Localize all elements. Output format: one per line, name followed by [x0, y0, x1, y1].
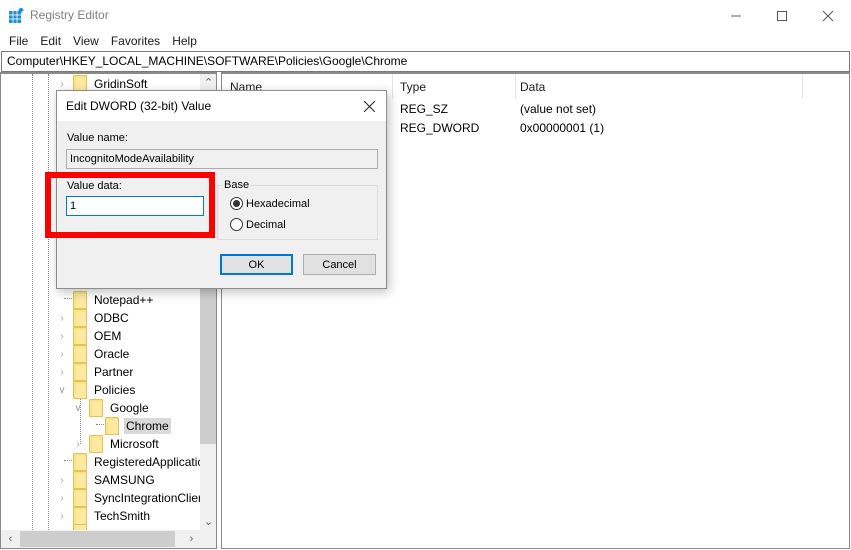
row-type: REG_DWORD	[400, 121, 480, 135]
folder-icon	[73, 453, 87, 471]
title-bar: Registry Editor	[0, 0, 851, 31]
radio-unselected-icon	[230, 218, 243, 231]
scroll-right-icon[interactable]: ›	[183, 530, 200, 547]
value-name-label: Value name:	[67, 132, 128, 144]
tree-item-registeredapplications[interactable]: RegisteredApplicatic	[59, 453, 205, 471]
tree-item-techsmith[interactable]: › TechSmith	[59, 507, 152, 525]
chevron-right-icon[interactable]: ›	[57, 367, 67, 378]
menu-edit[interactable]: Edit	[34, 34, 67, 48]
chevron-right-icon[interactable]: ›	[57, 493, 67, 504]
tree-horizontal-scroll-thumb[interactable]	[20, 531, 175, 547]
tree-item-syncintegrationclients[interactable]: › SyncIntegrationClier	[59, 489, 204, 507]
dialog-title: Edit DWORD (32-bit) Value	[66, 99, 212, 113]
folder-icon	[73, 507, 87, 525]
value-name-field[interactable]: IncognitoModeAvailability	[66, 149, 378, 169]
value-data-label: Value data:	[67, 180, 122, 192]
close-icon	[823, 10, 833, 21]
tree-item-microsoft[interactable]: › Microsoft	[75, 435, 161, 453]
chevron-right-icon[interactable]: ›	[57, 475, 67, 486]
close-icon	[363, 100, 375, 112]
chevron-down-icon[interactable]: ∨	[73, 403, 83, 414]
tree-item-chrome[interactable]: Chrome	[91, 417, 171, 435]
radio-decimal[interactable]: Decimal	[230, 218, 286, 231]
chevron-right-icon[interactable]: ›	[73, 439, 83, 450]
close-button[interactable]	[805, 0, 851, 31]
address-bar[interactable]: Computer\HKEY_LOCAL_MACHINE\SOFTWARE\Pol…	[1, 51, 850, 72]
minimize-icon	[731, 15, 741, 16]
edit-dword-dialog: Edit DWORD (32-bit) Value Value name: In…	[56, 90, 387, 289]
registry-editor-icon	[9, 8, 24, 23]
ok-button[interactable]: OK	[220, 254, 293, 275]
minimize-button[interactable]	[713, 0, 759, 31]
tree-item-oracle[interactable]: › Oracle	[59, 345, 131, 363]
chevron-right-icon[interactable]: ›	[57, 331, 67, 342]
scroll-down-icon[interactable]: ⌄	[200, 513, 216, 530]
folder-icon	[73, 327, 87, 345]
cancel-button[interactable]: Cancel	[303, 254, 376, 275]
menu-view[interactable]: View	[67, 34, 105, 48]
row-data: (value not set)	[520, 102, 597, 116]
tree-item-google[interactable]: ∨ Google	[73, 399, 151, 417]
folder-icon	[73, 381, 87, 399]
menu-file[interactable]: File	[3, 34, 34, 48]
column-header-type[interactable]: Type	[400, 80, 426, 94]
menu-bar: File Edit View Favorites Help	[0, 31, 851, 51]
tree-item-samsung[interactable]: › SAMSUNG	[59, 471, 157, 489]
menu-favorites[interactable]: Favorites	[105, 34, 166, 48]
folder-icon	[73, 291, 87, 309]
tree-item-oem[interactable]: › OEM	[59, 327, 123, 345]
row-data: 0x00000001 (1)	[520, 121, 605, 135]
folder-icon	[105, 417, 119, 435]
column-header-data[interactable]: Data	[520, 80, 545, 94]
menu-help[interactable]: Help	[166, 34, 203, 48]
row-type: REG_SZ	[400, 102, 449, 116]
folder-icon	[73, 309, 87, 327]
folder-icon	[89, 435, 103, 453]
maximize-button[interactable]	[759, 0, 805, 31]
folder-icon	[73, 363, 87, 381]
value-data-input[interactable]: 1	[66, 196, 204, 216]
scroll-left-icon[interactable]: ‹	[2, 530, 19, 547]
folder-icon	[73, 345, 87, 363]
scroll-up-icon[interactable]: ⌃	[200, 74, 216, 91]
maximize-icon	[777, 10, 787, 21]
chevron-right-icon[interactable]: ›	[57, 313, 67, 324]
tree-item-odbc[interactable]: › ODBC	[59, 309, 131, 327]
dialog-title-bar: Edit DWORD (32-bit) Value	[57, 91, 386, 121]
radio-selected-icon	[230, 197, 243, 210]
tree-horizontal-scrollbar[interactable]: ‹ ›	[1, 530, 216, 548]
chevron-right-icon[interactable]: ›	[57, 349, 67, 360]
base-groupbox	[217, 185, 378, 240]
chevron-right-icon[interactable]: ›	[57, 511, 67, 522]
tree-item-partner[interactable]: › Partner	[59, 363, 135, 381]
base-label: Base	[222, 179, 252, 191]
radio-hexadecimal[interactable]: Hexadecimal	[230, 197, 310, 210]
folder-icon	[73, 489, 87, 507]
window-title: Registry Editor	[30, 8, 109, 22]
folder-icon	[89, 399, 103, 417]
chevron-right-icon[interactable]: ›	[57, 79, 67, 90]
dialog-close-button[interactable]	[355, 93, 383, 119]
tree-item-policies[interactable]: ∨ Policies	[57, 381, 137, 399]
folder-icon	[73, 471, 87, 489]
chevron-down-icon[interactable]: ∨	[57, 385, 67, 396]
tree-item-notepadpp[interactable]: Notepad++	[59, 291, 155, 309]
